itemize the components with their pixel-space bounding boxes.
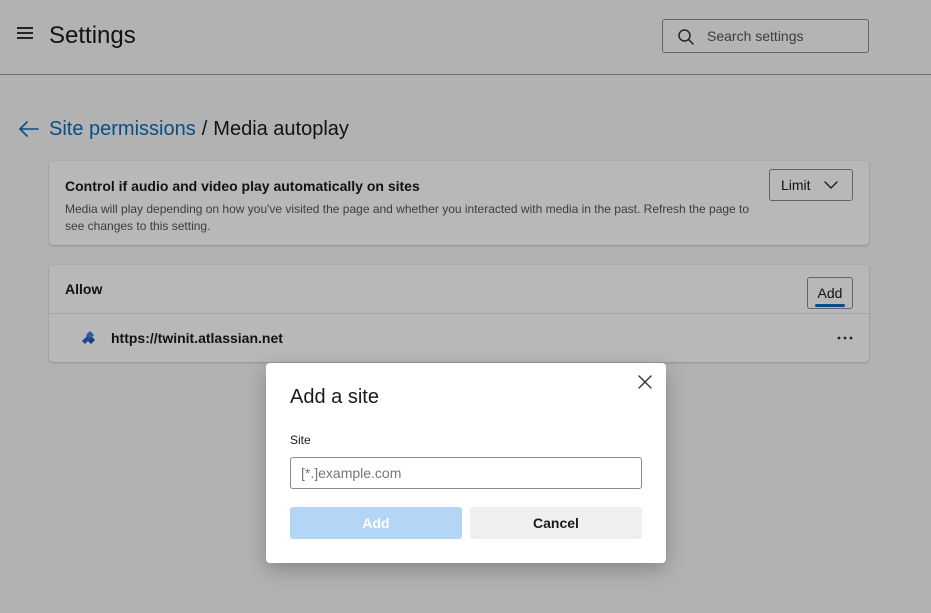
dialog-cancel-button[interactable]: Cancel [470, 507, 642, 539]
add-site-dialog: Add a site Site Add Cancel [266, 363, 666, 563]
dialog-title: Add a site [290, 386, 379, 408]
site-field-label: Site [290, 433, 311, 447]
close-icon[interactable] [637, 374, 653, 390]
dialog-add-button[interactable]: Add [290, 507, 462, 539]
site-input[interactable] [290, 457, 642, 489]
